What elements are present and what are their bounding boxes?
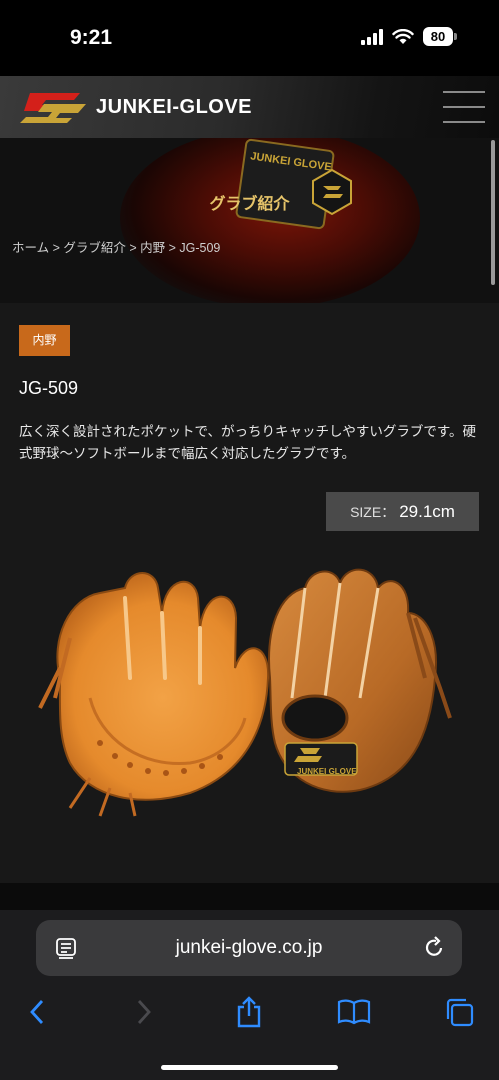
junkei-logo-icon [20, 93, 86, 123]
browser-toolbar: junkei-glove.co.jp [0, 910, 499, 1080]
glove-back-view [268, 568, 452, 793]
url-text: junkei-glove.co.jp [175, 937, 323, 958]
site-header: JUNKEI-GLOVE [0, 76, 499, 138]
size-badge: SIZE： 29.1cm [326, 492, 479, 531]
address-bar[interactable]: junkei-glove.co.jp [36, 920, 462, 976]
hero-banner: JUNKEI GLOVE グラブ紹介 ホーム > グラブ紹介 > 内野 > JG… [0, 138, 499, 303]
page-title: グラブ紹介 [209, 196, 290, 213]
category-badge: 内野 [19, 325, 70, 356]
breadcrumb[interactable]: ホーム > グラブ紹介 > 内野 > JG-509 [12, 237, 220, 256]
battery-level: 80 [423, 27, 453, 46]
share-icon [237, 996, 261, 1028]
size-value: 29.1cm [399, 501, 455, 521]
logo-text: JUNKEI-GLOVE [96, 95, 253, 118]
book-icon [337, 999, 371, 1025]
home-indicator[interactable] [161, 1065, 338, 1070]
site-logo[interactable]: JUNKEI-GLOVE [16, 89, 252, 125]
tabs-button[interactable] [437, 992, 481, 1032]
glove-palm-view [38, 572, 270, 817]
reload-icon[interactable] [424, 935, 446, 959]
bookmarks-button[interactable] [332, 992, 376, 1032]
back-button[interactable] [15, 992, 59, 1032]
chevron-right-icon [137, 1000, 151, 1024]
battery-icon: 80 [423, 27, 457, 46]
glove-stamp-text: JUNKEI GLOVE [297, 767, 357, 776]
scrollbar[interactable] [491, 140, 495, 285]
cellular-signal-icon [361, 28, 383, 45]
tabs-icon [446, 998, 474, 1027]
chevron-left-icon [30, 1000, 44, 1024]
hamburger-menu-button[interactable] [443, 91, 485, 123]
wifi-icon [392, 28, 414, 44]
glove-image [38, 568, 452, 817]
browser-nav-toolbar [0, 992, 499, 1032]
status-bar: 9:21 80 [0, 0, 499, 76]
content-divider [0, 883, 499, 913]
status-icons: 80 [361, 27, 457, 46]
product-name: JG-509 [19, 378, 79, 398]
product-section: 内野 JG-509 広く深く設計されたポケットで、がっちりキャッチしやすいグラブ… [0, 303, 499, 883]
size-label: SIZE： [350, 503, 396, 520]
forward-button[interactable] [122, 992, 166, 1032]
status-time: 9:21 [70, 26, 113, 49]
product-description: 広く深く設計されたポケットで、がっちりキャッチしやすいグラブです。硬式野球～ソフ… [19, 424, 476, 461]
share-button[interactable] [227, 992, 271, 1032]
